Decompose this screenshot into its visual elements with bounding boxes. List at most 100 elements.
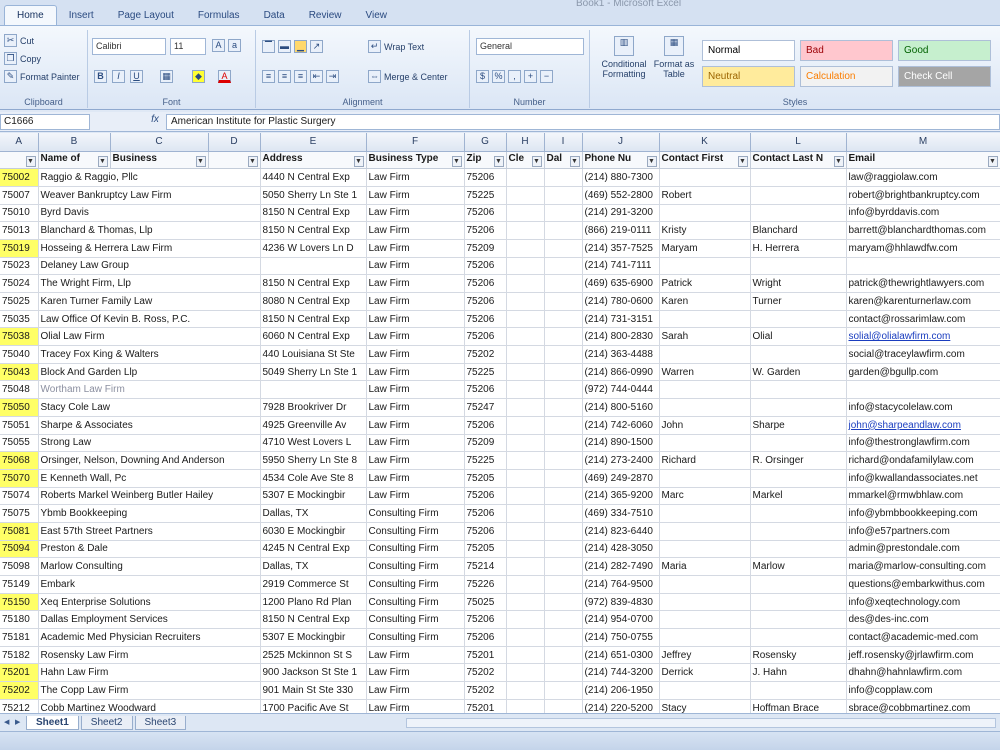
format-painter-button[interactable]: ✎ Format Painter — [4, 70, 80, 83]
cell-last[interactable] — [750, 168, 847, 187]
cell-id[interactable]: 75025 — [0, 292, 39, 311]
cell-first[interactable]: Marc — [659, 487, 751, 506]
cell-phone[interactable]: (214) 291-3200 — [582, 204, 660, 223]
cell-addr[interactable]: 7928 Brookriver Dr — [260, 398, 367, 417]
empty-cell[interactable] — [506, 593, 545, 612]
empty-cell[interactable] — [506, 663, 545, 683]
filter-dropdown-icon[interactable]: ▼ — [451, 155, 462, 167]
cell-zip[interactable]: 75206 — [464, 168, 507, 187]
cell-type[interactable]: Law Firm — [366, 186, 465, 205]
empty-cell[interactable] — [544, 540, 583, 559]
wrap-text-button[interactable]: ↵ Wrap Text — [368, 40, 424, 53]
cell-name[interactable]: Roberts Markel Weinberg Butler Hailey — [38, 487, 261, 506]
filter-dropdown-icon[interactable]: ▼ — [195, 155, 206, 167]
cell-last[interactable] — [750, 575, 847, 594]
cell-style-good[interactable]: Good — [898, 40, 991, 61]
cell-email[interactable]: info@kwallandassociates.net — [846, 469, 1000, 488]
cell-name[interactable]: The Wright Firm, Llp — [38, 274, 261, 293]
cell-zip[interactable]: 75226 — [464, 575, 507, 594]
cell-id[interactable]: 75048 — [0, 380, 39, 400]
cell-type[interactable]: Consulting Firm — [366, 575, 465, 594]
cell-email[interactable]: sbrace@cobbmartinez.com — [846, 699, 1000, 713]
cell-zip[interactable]: 75206 — [464, 487, 507, 506]
cell-addr[interactable]: 1200 Plano Rd Plan — [260, 593, 367, 612]
cell-id[interactable]: 75212 — [0, 699, 39, 713]
cell-id[interactable]: 75043 — [0, 363, 39, 382]
cell-addr[interactable]: 5050 Sherry Ln Ste 1 — [260, 186, 367, 205]
cell-last[interactable]: Wright — [750, 274, 847, 293]
cell-name[interactable]: Stacy Cole Law — [38, 398, 261, 417]
column-header-d[interactable]: D — [208, 133, 261, 152]
cell-email[interactable]: info@e57partners.com — [846, 522, 1000, 541]
cell-type[interactable]: Law Firm — [366, 469, 465, 488]
header-cell[interactable]: Phone Nu ▼ — [582, 151, 660, 170]
cell-addr[interactable]: 8150 N Central Exp — [260, 221, 367, 240]
cell-phone[interactable]: (214) 731-3151 — [582, 310, 660, 329]
cell-phone[interactable]: (214) 273-2400 — [582, 451, 660, 470]
cell-zip[interactable]: 75206 — [464, 628, 507, 647]
cell-last[interactable] — [750, 681, 847, 700]
cell-id[interactable]: 75150 — [0, 593, 39, 612]
cell-type[interactable]: Law Firm — [366, 451, 465, 470]
cell-id[interactable]: 75051 — [0, 416, 39, 435]
cell-addr[interactable]: 4440 N Central Exp — [260, 168, 367, 187]
cell-email[interactable]: mmarkel@rmwbhlaw.com — [846, 487, 1000, 506]
cell-type[interactable]: Law Firm — [366, 363, 465, 382]
cell-type[interactable]: Law Firm — [366, 380, 465, 400]
cell-phone[interactable]: (214) 428-3050 — [582, 540, 660, 559]
first-sheet-icon[interactable]: ◀ — [4, 718, 13, 727]
font-size-select[interactable]: 11 — [170, 38, 206, 55]
empty-cell[interactable] — [544, 681, 583, 700]
cell-phone[interactable]: (214) 750-0755 — [582, 628, 660, 647]
cell-email[interactable]: info@stacycolelaw.com — [846, 398, 1000, 417]
empty-cell[interactable] — [544, 628, 583, 647]
empty-cell[interactable] — [506, 681, 545, 700]
cell-zip[interactable]: 75206 — [464, 504, 507, 523]
cell-first[interactable] — [659, 345, 751, 364]
cell-zip[interactable]: 75205 — [464, 540, 507, 559]
cell-type[interactable]: Law Firm — [366, 310, 465, 329]
cell-name[interactable]: Preston & Dale — [38, 540, 261, 559]
cell-name[interactable]: Dallas Employment Services — [38, 610, 261, 630]
cell-first[interactable]: Robert — [659, 186, 751, 205]
cell-zip[interactable]: 75201 — [464, 699, 507, 713]
cell-first[interactable]: Derrick — [659, 663, 751, 683]
cell-first[interactable]: Sarah — [659, 327, 751, 347]
cell-phone[interactable]: (214) 800-2830 — [582, 327, 660, 347]
column-header-k[interactable]: K — [659, 133, 751, 152]
cell-id[interactable]: 75181 — [0, 628, 39, 647]
cell-phone[interactable]: (214) 866-0990 — [582, 363, 660, 382]
filter-dropdown-icon[interactable]: ▼ — [737, 155, 748, 167]
empty-cell[interactable] — [506, 628, 545, 647]
empty-cell[interactable] — [506, 398, 545, 417]
filter-dropdown-icon[interactable]: ▼ — [493, 155, 504, 167]
cell-name[interactable]: Wortham Law Firm — [38, 380, 261, 400]
header-cell[interactable]: Address ▼ — [260, 151, 367, 170]
cell-name[interactable]: Karen Turner Family Law — [38, 292, 261, 311]
cell-type[interactable]: Law Firm — [366, 221, 465, 240]
cell-last[interactable] — [750, 522, 847, 541]
cell-first[interactable] — [659, 504, 751, 523]
empty-cell[interactable] — [506, 274, 545, 293]
border-button[interactable]: ▦ — [160, 70, 173, 83]
cell-id[interactable]: 75180 — [0, 610, 39, 630]
cell-id[interactable]: 75202 — [0, 681, 39, 700]
empty-cell[interactable] — [506, 416, 545, 435]
cell-name[interactable]: Raggio & Raggio, Pllc — [38, 168, 261, 187]
fill-color-button[interactable]: ◆ — [192, 70, 205, 83]
cell-phone[interactable]: (866) 219-0111 — [582, 221, 660, 240]
cell-zip[interactable]: 75206 — [464, 327, 507, 347]
cell-addr[interactable]: 8150 N Central Exp — [260, 310, 367, 329]
cell-addr[interactable]: 2919 Commerce St — [260, 575, 367, 594]
empty-cell[interactable] — [506, 221, 545, 240]
tab-view[interactable]: View — [353, 6, 399, 25]
sheet-tab-sheet1[interactable]: Sheet1 — [26, 715, 79, 730]
column-header-a[interactable]: A — [0, 133, 39, 152]
cell-last[interactable] — [750, 380, 847, 400]
tab-data[interactable]: Data — [252, 6, 297, 25]
empty-cell[interactable] — [544, 204, 583, 223]
cell-first[interactable] — [659, 380, 751, 400]
empty-cell[interactable] — [506, 575, 545, 594]
empty-cell[interactable] — [544, 345, 583, 364]
filter-dropdown-icon[interactable]: ▼ — [833, 155, 844, 167]
